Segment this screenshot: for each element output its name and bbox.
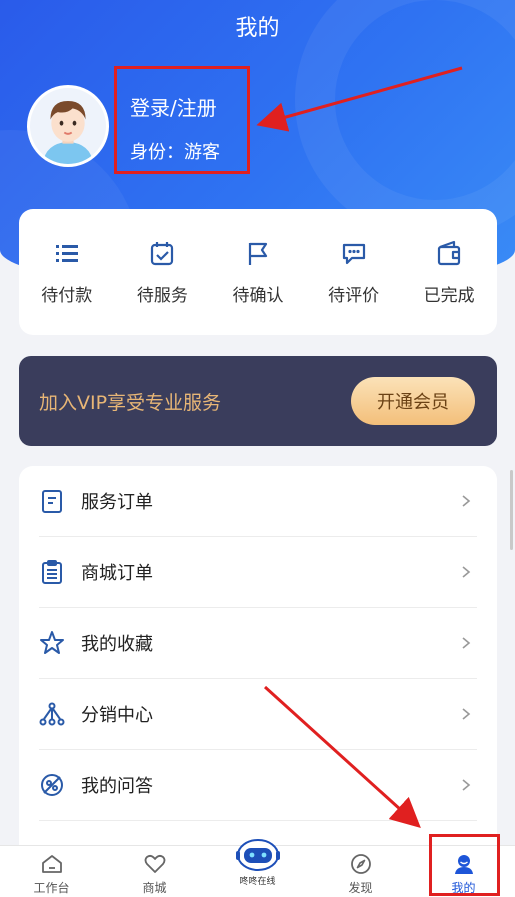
menu-item-service-orders[interactable]: 服务订单 <box>39 466 477 537</box>
order-pending-confirm[interactable]: 待确认 <box>210 209 306 335</box>
menu-item-distribution-center[interactable]: 分销中心 <box>39 679 477 750</box>
chevron-right-icon <box>462 779 471 791</box>
mine-tab-highlight-box <box>429 834 500 896</box>
compass-icon <box>350 854 371 874</box>
clipboard-icon <box>42 560 62 584</box>
scrollbar[interactable] <box>510 470 513 550</box>
page-title-text: 我的 <box>235 16 280 41</box>
chevron-right-icon <box>462 566 471 578</box>
comment-icon <box>342 243 365 265</box>
menu-item-label: 服务订单 <box>81 492 153 513</box>
tab-discover[interactable]: 发现 <box>309 846 412 897</box>
tab-label: 商城 <box>142 881 167 895</box>
order-label: 待付款 <box>41 286 93 306</box>
menu-item-label: 我的收藏 <box>81 634 153 655</box>
robot-icon <box>235 839 280 871</box>
open-membership-button[interactable]: 开通会员 <box>351 377 475 425</box>
qa-icon <box>41 774 63 796</box>
flag-icon <box>248 242 268 265</box>
order-label: 已完成 <box>423 286 475 306</box>
tab-label: 发现 <box>348 881 373 895</box>
menu-card: 服务订单 商城订单 我的收藏 分销中心 我的问答 <box>19 466 497 866</box>
order-pending-payment[interactable]: 待付款 <box>19 209 115 335</box>
avatar[interactable] <box>27 85 109 167</box>
vip-promo-text: 加入VIP享受专业服务 <box>39 392 222 414</box>
wallet-icon <box>438 240 461 266</box>
order-label: 待确认 <box>232 286 284 306</box>
network-icon <box>39 702 65 726</box>
calendar-check-icon <box>151 242 174 266</box>
order-status-card: 待付款 待服务 待确认 待评价 已完成 <box>19 209 497 335</box>
tab-online-assistant[interactable]: 咚咚在线 <box>206 839 309 897</box>
home-icon <box>41 855 62 873</box>
page-title: 我的 <box>0 0 515 52</box>
chevron-right-icon <box>462 637 471 649</box>
menu-item-mall-orders[interactable]: 商城订单 <box>39 537 477 608</box>
tab-label: 咚咚在线 <box>239 877 276 887</box>
list-icon <box>55 245 78 262</box>
heart-icon <box>144 854 165 873</box>
menu-item-my-qa[interactable]: 我的问答 <box>39 750 477 821</box>
tab-workbench[interactable]: 工作台 <box>0 846 103 897</box>
avatar-boy-icon <box>30 88 106 164</box>
chevron-right-icon <box>462 495 471 507</box>
login-register-link[interactable]: 登录/注册 <box>130 92 217 121</box>
identity-label: 身份：游客 <box>130 142 220 163</box>
tab-mall[interactable]: 商城 <box>103 846 206 897</box>
menu-item-label: 我的问答 <box>81 776 153 797</box>
tab-label: 工作台 <box>33 881 70 895</box>
menu-item-favorites[interactable]: 我的收藏 <box>39 608 477 679</box>
menu-item-label: 商城订单 <box>81 563 153 584</box>
order-pending-service[interactable]: 待服务 <box>115 209 211 335</box>
vip-banner: 加入VIP享受专业服务 开通会员 <box>19 356 497 446</box>
star-icon <box>40 631 64 654</box>
document-icon <box>42 490 62 513</box>
menu-item-label: 分销中心 <box>81 705 153 726</box>
order-pending-review[interactable]: 待评价 <box>306 209 402 335</box>
order-label: 待评价 <box>328 286 380 306</box>
chevron-right-icon <box>462 708 471 720</box>
order-label: 待服务 <box>136 286 188 306</box>
order-completed[interactable]: 已完成 <box>401 209 497 335</box>
